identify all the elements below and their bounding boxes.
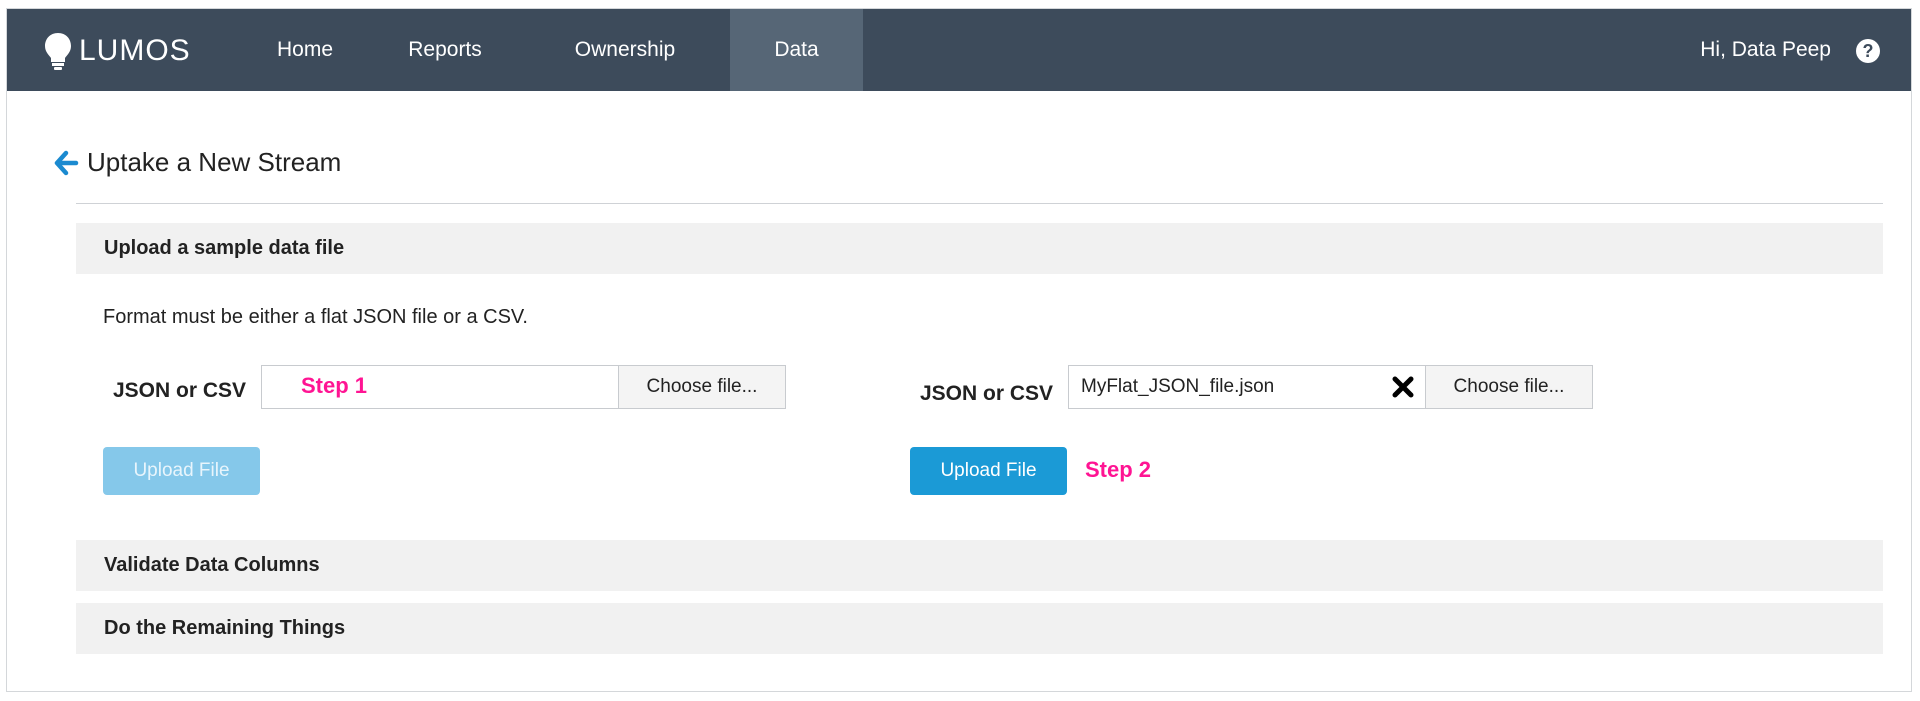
lightbulb-icon [45,33,71,70]
arrow-left-icon[interactable] [53,150,79,176]
brand-logo[interactable]: LUMOS [43,31,191,71]
step2-field-label: JSON or CSV [920,382,1054,405]
step2-choose-file-button[interactable]: Choose file... [1425,365,1593,409]
nav-item-data[interactable]: Data [730,9,863,91]
nav-item-reports[interactable]: Reports [370,9,520,91]
step2-upload-button[interactable]: Upload File [910,447,1067,495]
nav-item-ownership[interactable]: Ownership [520,9,730,91]
app-window: LUMOS Home Reports Ownership Data Hi, Da… [6,8,1912,692]
brand-name: LUMOS [79,34,191,67]
section-upload-header[interactable]: Upload a sample data file [76,223,1883,274]
section-validate-header[interactable]: Validate Data Columns [76,540,1883,591]
question-circle-icon[interactable]: ? [1856,39,1880,63]
page-title: Uptake a New Stream [87,147,342,177]
step1-field-label: JSON or CSV [113,379,247,402]
section-remaining-header[interactable]: Do the Remaining Things [76,603,1883,654]
top-navbar: LUMOS Home Reports Ownership Data Hi, Da… [7,9,1911,91]
title-divider [76,203,1883,204]
step2-file-input[interactable]: MyFlat_JSON_file.json [1068,365,1426,409]
user-greeting[interactable]: Hi, Data Peep [1700,9,1831,91]
step2-annotation: Step 2 [1085,457,1152,482]
nav-item-home[interactable]: Home [240,9,370,91]
step1-choose-file-button[interactable]: Choose file... [618,365,786,409]
close-x-icon[interactable] [1391,375,1415,399]
step1-annotation: Step 1 [301,373,368,398]
format-hint: Format must be either a flat JSON file o… [103,306,528,328]
step1-upload-button[interactable]: Upload File [103,447,260,495]
